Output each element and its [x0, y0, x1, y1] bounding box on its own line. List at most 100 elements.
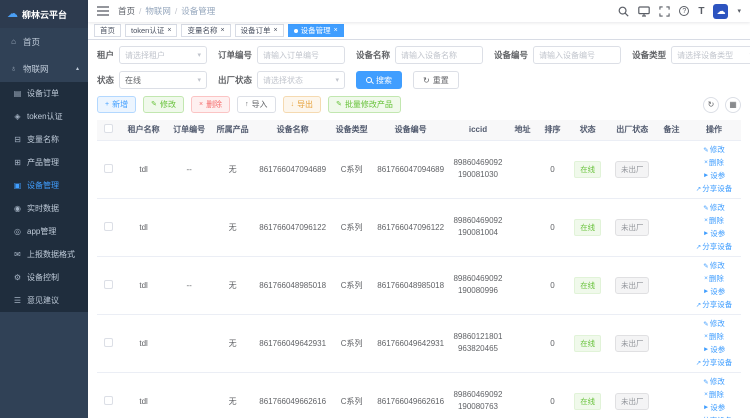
row-checkbox[interactable]	[104, 280, 113, 289]
tab-home[interactable]: 首页	[94, 24, 121, 37]
set-params-link[interactable]: ►设参	[703, 170, 725, 181]
realtime-icon: ◉	[13, 204, 22, 213]
delete-link[interactable]: ×删除	[704, 331, 724, 342]
delete-link[interactable]: ×删除	[704, 273, 724, 284]
avatar[interactable]: ☁	[713, 4, 728, 19]
import-button[interactable]: ↑导入	[237, 96, 276, 113]
monitor-icon[interactable]	[638, 6, 650, 17]
set-params-link[interactable]: ►设参	[703, 228, 725, 239]
status-badge: 在线	[574, 277, 601, 294]
sidebar-item-feedback[interactable]: ☰意见建议	[0, 289, 88, 312]
share-device-link[interactable]: ↗分享设备	[696, 357, 732, 368]
search-button[interactable]: 搜索	[356, 71, 402, 89]
status-select[interactable]: 在线▾	[119, 71, 207, 89]
action-label: 删除	[709, 215, 724, 226]
action-label: 分享设备	[702, 299, 732, 310]
close-icon[interactable]: ×	[220, 27, 224, 34]
cell-sort: 0	[538, 314, 567, 372]
share-device-link[interactable]: ↗分享设备	[696, 183, 732, 194]
edit-link[interactable]: ✎修改	[703, 260, 724, 271]
font-size-icon[interactable]: T	[698, 6, 704, 17]
cell-status: 在线	[567, 372, 608, 418]
feedback-icon: ☰	[13, 296, 22, 305]
set-params-link[interactable]: ►设参	[703, 402, 725, 413]
refresh-table-button[interactable]: ↻	[703, 97, 719, 113]
cell-order	[167, 314, 210, 372]
device-no-input[interactable]	[533, 46, 621, 64]
row-checkbox[interactable]	[104, 164, 113, 173]
tab-device-mgmt[interactable]: 设备管理×	[288, 24, 344, 37]
close-icon[interactable]: ×	[167, 27, 171, 34]
sidebar-item-device-order[interactable]: ▤设备订单	[0, 82, 88, 105]
set-params-link[interactable]: ►设参	[703, 344, 725, 355]
chevron-down-icon[interactable]: ▾	[737, 7, 741, 15]
breadcrumb-item[interactable]: 首页	[118, 5, 135, 17]
export-button[interactable]: ↓导出	[283, 96, 322, 113]
cell-value: tdl	[139, 223, 147, 232]
edit-link[interactable]: ✎修改	[703, 144, 724, 155]
trash-icon: ×	[704, 391, 708, 398]
delete-link[interactable]: ×删除	[704, 157, 724, 168]
row-checkbox[interactable]	[104, 396, 113, 405]
delete-button[interactable]: ×删除	[191, 96, 230, 113]
order-no-input[interactable]	[257, 46, 345, 64]
column-header: 设备编号	[372, 120, 449, 140]
set-params-link[interactable]: ►设参	[703, 286, 725, 297]
tenant-select[interactable]: 请选择租户▾	[119, 46, 207, 64]
column-header: 设备类型	[331, 120, 372, 140]
delete-link[interactable]: ×删除	[704, 389, 724, 400]
sidebar-item-device-mgmt[interactable]: ▣设备管理	[0, 174, 88, 197]
share-device-link[interactable]: ↗分享设备	[696, 299, 732, 310]
delete-link[interactable]: ×删除	[704, 215, 724, 226]
fullscreen-icon[interactable]	[659, 6, 670, 17]
device-name-input[interactable]	[395, 46, 483, 64]
params-icon: ►	[703, 172, 709, 179]
sidebar-item-variable-name[interactable]: ⊟变量名称	[0, 128, 88, 151]
sidebar-item-product-mgmt[interactable]: ⊞产品管理	[0, 151, 88, 174]
sidebar-item-app-mgmt[interactable]: ◎app管理	[0, 220, 88, 243]
action-label: 修改	[710, 144, 725, 155]
action-label: 设参	[710, 286, 725, 297]
sidebar-item-realtime-data[interactable]: ◉实时数据	[0, 197, 88, 220]
help-icon[interactable]: ?	[679, 6, 689, 16]
select-placeholder: 请选择设备类型	[677, 50, 733, 61]
close-icon[interactable]: ×	[274, 27, 278, 34]
search-icon	[366, 77, 373, 84]
breadcrumb-item[interactable]: 设备管理	[181, 5, 215, 17]
sidebar-item-report-format[interactable]: ✉上报数据格式	[0, 243, 88, 266]
cell-remark	[656, 198, 687, 256]
column-settings-button[interactable]: ▦	[725, 97, 741, 113]
tab-device-order[interactable]: 设备订单×	[235, 24, 284, 37]
sidebar-item-device-control[interactable]: ⚙设备控制	[0, 266, 88, 289]
edit-link[interactable]: ✎修改	[703, 202, 724, 213]
device-type-select[interactable]: 请选择设备类型▾	[671, 46, 750, 64]
select-all-checkbox[interactable]	[104, 124, 113, 133]
sidebar-item-iot[interactable]: ♁物联网▴	[0, 55, 88, 82]
tab-token-auth[interactable]: token认证×	[125, 24, 177, 37]
edit-link[interactable]: ✎修改	[703, 376, 724, 387]
cell-product: 无	[211, 372, 254, 418]
tab-variable-name[interactable]: 变量名称×	[181, 24, 230, 37]
sidebar-item-home[interactable]: ⌂首页	[0, 28, 88, 55]
breadcrumb-item[interactable]: 物联网	[145, 5, 171, 17]
edit-link[interactable]: ✎修改	[703, 318, 724, 329]
filter-order-no: 订单编号	[218, 46, 345, 64]
sidebar-item-token-auth[interactable]: ◈token认证	[0, 105, 88, 128]
factory-status-select[interactable]: 请选择状态▾	[257, 71, 345, 89]
add-button[interactable]: +新增	[97, 96, 136, 113]
sidebar-item-label: 设备订单	[27, 88, 59, 99]
reset-button[interactable]: ↻重置	[413, 71, 459, 89]
row-checkbox[interactable]	[104, 338, 113, 347]
close-icon[interactable]: ×	[334, 27, 338, 34]
cell-value: 0	[550, 165, 554, 174]
search-icon[interactable]	[618, 6, 629, 17]
sidebar: ☁ 柳林云平台 ⌂首页♁物联网▴▤设备订单◈token认证⊟变量名称⊞产品管理▣…	[0, 0, 88, 418]
row-checkbox[interactable]	[104, 222, 113, 231]
device-icon: ▣	[13, 181, 22, 190]
cell-actions: ✎修改 ×删除 ►设参 ↗分享设备	[687, 198, 741, 256]
sidebar-toggle-icon[interactable]	[97, 6, 109, 16]
batch-edit-product-button[interactable]: ✎批量修改产品	[328, 96, 401, 113]
share-device-link[interactable]: ↗分享设备	[696, 241, 732, 252]
app-logo[interactable]: ☁ 柳林云平台	[0, 0, 88, 28]
edit-button[interactable]: ✎修改	[143, 96, 184, 113]
